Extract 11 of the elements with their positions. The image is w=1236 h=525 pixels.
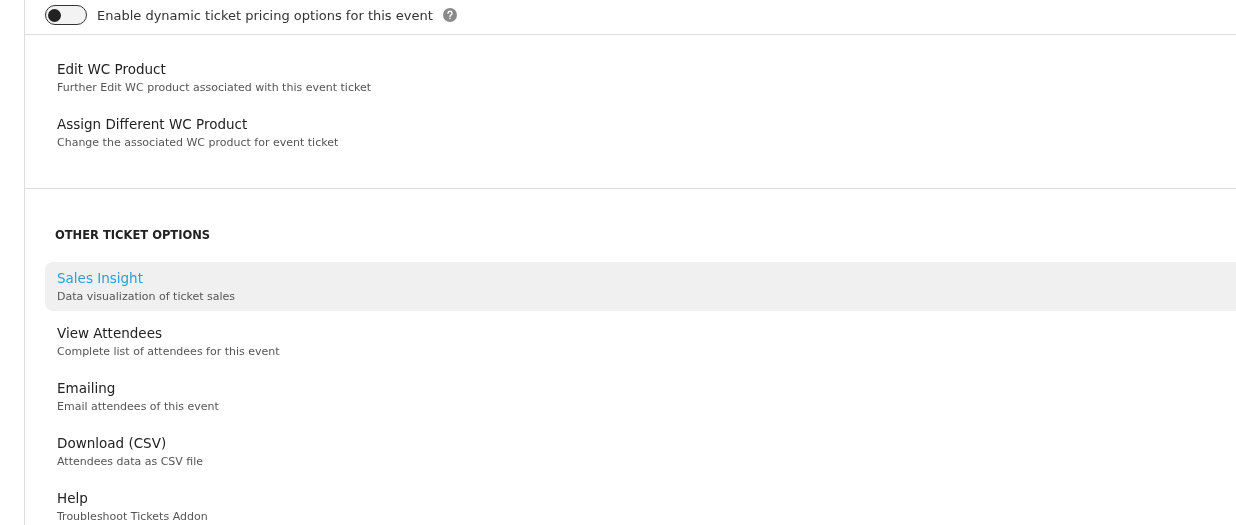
menu-item[interactable]: Assign Different WC Product Change the associated WC product for event ticket <box>57 109 1236 164</box>
section-heading: OTHER TICKET OPTIONS <box>54 227 212 244</box>
menu-item[interactable]: Sales Insight Data visualization of ticket sales <box>45 262 1236 311</box>
menu-item[interactable]: Download (CSV) Attendees data as CSV file <box>45 427 1236 476</box>
menu-item[interactable]: View Attendees Complete list of attendees for this event <box>45 317 1236 366</box>
toggle-label: Enable dynamic ticket pricing options for this event <box>97 7 433 23</box>
menu-item[interactable]: Emailing Email attendees of this event <box>45 372 1236 421</box>
toggle-switch[interactable] <box>45 5 87 25</box>
menu-item[interactable]: Edit WC Product Further Edit WC product associated with this event ticket <box>57 54 1236 109</box>
menu-item[interactable]: Help Troubleshoot Tickets Addon <box>45 482 1236 525</box>
help-icon[interactable] <box>442 8 457 22</box>
